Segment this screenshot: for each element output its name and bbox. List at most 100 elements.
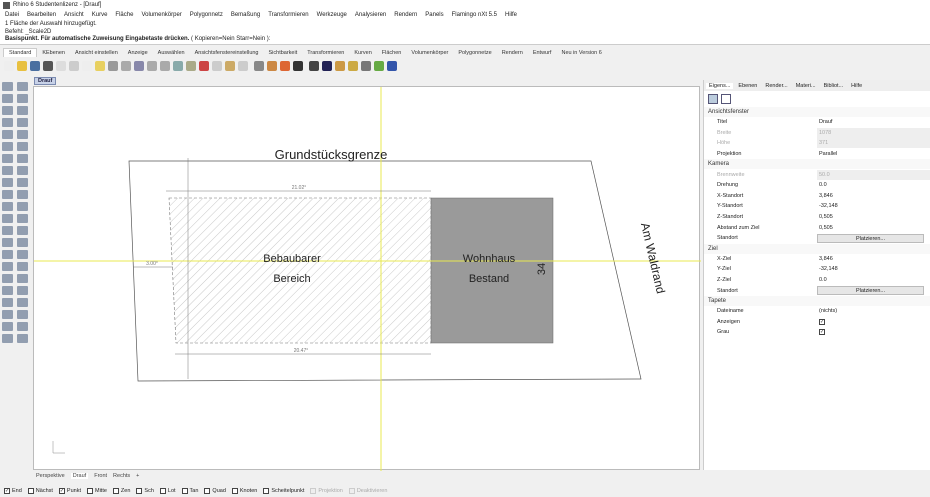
left-tool-icon[interactable] xyxy=(2,106,13,115)
toolbar-tool-icon[interactable] xyxy=(186,60,196,71)
toolbar-tab[interactable]: Neu in Version 6 xyxy=(556,49,606,57)
property-value[interactable]: Parallel xyxy=(817,149,930,159)
left-tool-icon[interactable] xyxy=(2,142,13,151)
left-tool-icon[interactable] xyxy=(2,274,13,283)
toolbar-tool-icon[interactable] xyxy=(309,60,319,71)
toolbar-tab[interactable]: Polygonnetze xyxy=(453,49,496,57)
toolbar-tool-icon[interactable] xyxy=(280,60,290,71)
osnap-checkbox[interactable] xyxy=(87,487,93,494)
left-tool-icon[interactable] xyxy=(2,190,13,199)
osnap-checkbox[interactable]: ✓ xyxy=(4,487,10,494)
toolbar-tool-icon[interactable] xyxy=(374,60,384,71)
menu-item-6[interactable]: Polygonnetz xyxy=(190,12,223,18)
left-tool-icon[interactable] xyxy=(17,142,28,151)
section-header[interactable]: Kamera xyxy=(704,159,930,170)
left-tool-icon[interactable] xyxy=(2,94,13,103)
menu-item-13[interactable]: Flamingo nXt 5.5 xyxy=(452,12,497,18)
toolbar-tool-icon[interactable] xyxy=(95,60,105,71)
property-value[interactable]: -32,148 xyxy=(817,201,930,211)
section-header[interactable]: Ansichtsfenster xyxy=(704,107,930,117)
command-area[interactable]: 1 Fläche der Auswahl hinzugefügt. Befehl… xyxy=(0,20,930,45)
toolbar-tool-icon[interactable] xyxy=(69,60,79,71)
checkbox[interactable]: ✓ xyxy=(819,329,825,336)
menu-item-8[interactable]: Transformieren xyxy=(268,12,308,18)
toolbar-tool-icon[interactable] xyxy=(173,60,183,71)
toolbar-tab[interactable]: Standard xyxy=(3,48,38,57)
left-tool-icon[interactable] xyxy=(17,322,28,331)
toolbar-tool-icon[interactable] xyxy=(82,60,92,71)
property-value[interactable]: 3,846 xyxy=(817,254,930,264)
osnap-quad[interactable]: Quad xyxy=(204,487,226,494)
property-value[interactable]: Drauf xyxy=(817,117,930,127)
osnap-checkbox[interactable] xyxy=(27,487,34,494)
left-tool-icon[interactable] xyxy=(17,286,28,295)
osnap-scheitelpunkt[interactable]: Scheitelpunkt xyxy=(263,487,304,494)
menu-item-0[interactable]: Datei xyxy=(5,12,19,18)
property-value[interactable]: 0,505 xyxy=(817,223,930,233)
left-tool-icon[interactable] xyxy=(17,118,28,127)
toolbar-tool-icon[interactable] xyxy=(348,60,358,71)
toolbar-tool-icon[interactable] xyxy=(267,60,277,71)
toolbar-tool-icon[interactable] xyxy=(212,60,222,71)
menu-item-12[interactable]: Panels xyxy=(425,12,443,18)
menu-item-7[interactable]: Bemaßung xyxy=(231,12,260,18)
toolbar-tab[interactable]: Ansichtsfenstereinstellung xyxy=(190,49,264,57)
toolbar-tab[interactable]: KEbenen xyxy=(37,49,70,57)
panel-tab[interactable]: Materi... xyxy=(793,83,819,89)
osnap-checkbox[interactable] xyxy=(231,487,238,494)
toolbar-tab[interactable]: Volumenkörper xyxy=(406,49,453,57)
checkbox[interactable]: ✓ xyxy=(819,318,825,325)
viewport-title-tab[interactable]: Drauf xyxy=(34,77,57,85)
property-value[interactable]: 0,505 xyxy=(817,212,930,222)
toolbar-tool-icon[interactable] xyxy=(4,60,14,71)
toolbar-tool-icon[interactable] xyxy=(134,60,144,71)
left-tool-icon[interactable] xyxy=(2,202,13,211)
buildable-area[interactable] xyxy=(168,197,432,344)
toolbar-tab[interactable]: Rendern xyxy=(497,49,528,57)
osnap-checkbox[interactable] xyxy=(263,487,270,494)
left-tool-icon[interactable] xyxy=(2,82,13,91)
toolbar-tool-icon[interactable] xyxy=(108,60,118,71)
property-value[interactable]: 3,846 xyxy=(817,191,930,201)
panel-tab[interactable]: Render... xyxy=(762,83,790,89)
left-tool-icon[interactable] xyxy=(2,178,13,187)
toolbar-tab[interactable]: Sichtbarkeit xyxy=(264,49,303,57)
toolbar-tool-icon[interactable] xyxy=(225,60,235,71)
menu-item-10[interactable]: Analysieren xyxy=(355,12,386,18)
left-tool-icon[interactable] xyxy=(17,82,28,91)
view-tab-front[interactable]: Front xyxy=(94,473,107,479)
osnap-mitte[interactable]: Mitte xyxy=(87,487,107,494)
osnap-sch[interactable]: Sch xyxy=(136,487,154,494)
toolbar-tab[interactable]: Entwurf xyxy=(528,49,557,57)
toolbar-tool-icon[interactable] xyxy=(254,60,264,71)
toolbar-tool-icon[interactable] xyxy=(17,60,27,71)
place-button[interactable]: Platzieren... xyxy=(817,286,924,296)
prompt-options[interactable]: ( Kopieren=Nein Starr=Nein ): xyxy=(191,36,270,42)
left-tool-icon[interactable] xyxy=(2,130,13,139)
left-tool-icon[interactable] xyxy=(17,94,28,103)
property-value[interactable]: (nichts) xyxy=(817,306,930,316)
osnap-lot[interactable]: Lot xyxy=(159,487,176,494)
osnap-knoten[interactable]: Knoten xyxy=(231,487,257,494)
left-tool-icon[interactable] xyxy=(17,166,28,175)
left-tool-icon[interactable] xyxy=(17,178,28,187)
menu-item-4[interactable]: Fläche xyxy=(115,12,133,18)
panel-tab[interactable]: Bibliot... xyxy=(821,83,847,89)
toolbar-tool-icon[interactable] xyxy=(43,60,53,71)
toolbar-tab[interactable]: Flächen xyxy=(377,49,407,57)
left-tool-icon[interactable] xyxy=(17,262,28,271)
left-tool-icon[interactable] xyxy=(2,226,13,235)
menu-item-5[interactable]: Volumenkörper xyxy=(141,12,181,18)
section-header[interactable]: Ziel xyxy=(704,243,930,254)
left-tool-icon[interactable] xyxy=(17,106,28,115)
toolbar-tool-icon[interactable] xyxy=(56,60,66,71)
property-value[interactable]: 0.0 xyxy=(817,180,930,190)
left-tool-icon[interactable] xyxy=(2,118,13,127)
left-tool-icon[interactable] xyxy=(2,286,13,295)
osnap-checkbox[interactable] xyxy=(181,487,188,494)
toolbar-tool-icon[interactable] xyxy=(121,60,131,71)
osnap-checkbox[interactable] xyxy=(112,487,119,494)
left-tool-icon[interactable] xyxy=(17,154,28,163)
left-tool-icon[interactable] xyxy=(17,202,28,211)
property-value[interactable]: -32,148 xyxy=(817,264,930,274)
